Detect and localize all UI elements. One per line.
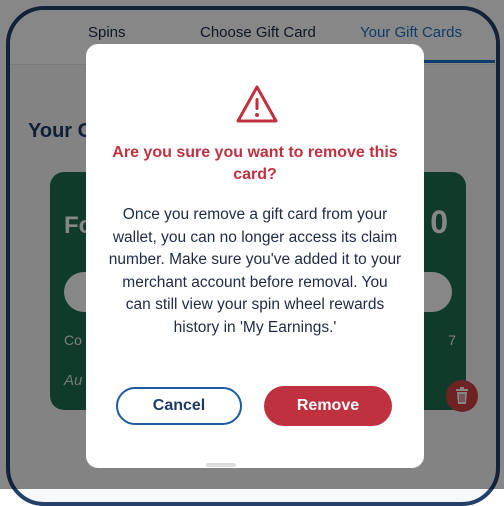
dialog-title: Are you sure you want to remove this car… <box>112 144 398 183</box>
warning-triangle-icon <box>236 85 278 123</box>
cancel-button[interactable]: Cancel <box>116 387 242 425</box>
remove-button[interactable]: Remove <box>264 386 392 426</box>
dialog-message: Once you remove a gift card from your wa… <box>108 206 402 336</box>
remove-card-dialog: Are you sure you want to remove this car… <box>86 44 424 468</box>
home-indicator <box>206 463 236 467</box>
